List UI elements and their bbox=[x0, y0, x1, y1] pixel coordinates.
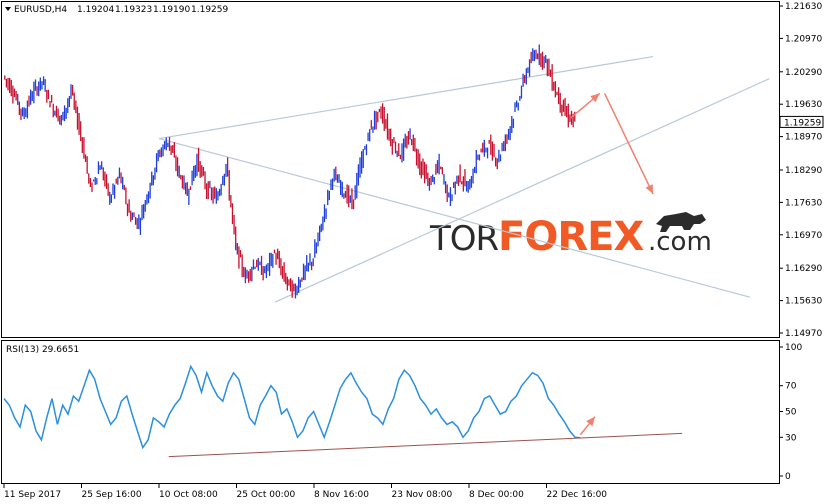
price-tick-label: 1.17630 bbox=[785, 198, 822, 208]
price-tick-label: 1.20970 bbox=[785, 34, 822, 44]
price-tick-label: 1.21630 bbox=[785, 2, 822, 12]
time-tick-label: 25 Sep 16:00 bbox=[82, 490, 142, 500]
time-tick-label: 25 Oct 00:00 bbox=[237, 490, 296, 500]
price-panel[interactable] bbox=[1, 1, 780, 338]
price-tick-label: 1.15630 bbox=[785, 297, 822, 307]
current-price-tag: 1.19259 bbox=[779, 115, 824, 128]
ohlc-close: 1.19259 bbox=[191, 5, 228, 15]
rsi-header: RSI(13) 29.6651 bbox=[6, 345, 79, 355]
watermark-logo: TOR FOREX .com bbox=[429, 212, 712, 260]
rsi-tick-label: 100 bbox=[785, 343, 802, 353]
rsi-tick-label: 70 bbox=[785, 382, 797, 392]
watermark-tor: TOR bbox=[429, 219, 499, 259]
symbol-label: EURUSD,H4 bbox=[14, 5, 67, 15]
trading-chart[interactable]: TOR FOREX .com EURUSD,H4 1.19204 1.19323… bbox=[0, 0, 824, 504]
price-tick-label: 1.16970 bbox=[785, 231, 822, 241]
price-axis: 1.21630 1.20970 1.20290 1.19630 1.18970 1.182… bbox=[779, 2, 822, 339]
price-tick-label: 1.19630 bbox=[785, 100, 822, 110]
rsi-tick-label: 30 bbox=[785, 433, 797, 443]
price-tick-label: 1.20290 bbox=[785, 68, 822, 78]
current-price-label: 1.19259 bbox=[784, 118, 821, 128]
rsi-tick-label: 50 bbox=[785, 408, 797, 418]
rsi-title: RSI(13) 29.6651 bbox=[6, 345, 79, 355]
symbol-header: EURUSD,H4 1.19204 1.19323 1.19190 1.1925… bbox=[5, 5, 228, 15]
price-tick-label: 1.16290 bbox=[785, 264, 822, 274]
price-tick-label: 1.18970 bbox=[785, 133, 822, 143]
time-tick-label: 23 Nov 08:00 bbox=[392, 490, 453, 500]
time-tick-label: 11 Sep 2017 bbox=[4, 490, 61, 500]
time-tick-label: 22 Dec 16:00 bbox=[547, 490, 608, 500]
time-tick-label: 10 Oct 08:00 bbox=[159, 490, 218, 500]
ohlc-low: 1.19190 bbox=[153, 5, 190, 15]
ohlc-open: 1.19204 bbox=[77, 5, 114, 15]
price-tick-label: 1.18290 bbox=[785, 166, 822, 176]
watermark-forex: FOREX bbox=[498, 214, 644, 260]
ohlc-high: 1.19323 bbox=[115, 5, 152, 15]
time-tick-label: 8 Dec 00:00 bbox=[469, 490, 524, 500]
time-tick-label: 8 Nov 16:00 bbox=[314, 490, 369, 500]
rsi-tick-label: 0 bbox=[785, 472, 791, 482]
price-tick-label: 1.14970 bbox=[785, 329, 822, 339]
watermark-com: .com bbox=[648, 227, 712, 257]
rsi-axis: 100 70 50 30 0 bbox=[779, 343, 802, 482]
time-axis: 11 Sep 2017 25 Sep 16:00 10 Oct 08:00 25 Oc… bbox=[3, 484, 608, 500]
